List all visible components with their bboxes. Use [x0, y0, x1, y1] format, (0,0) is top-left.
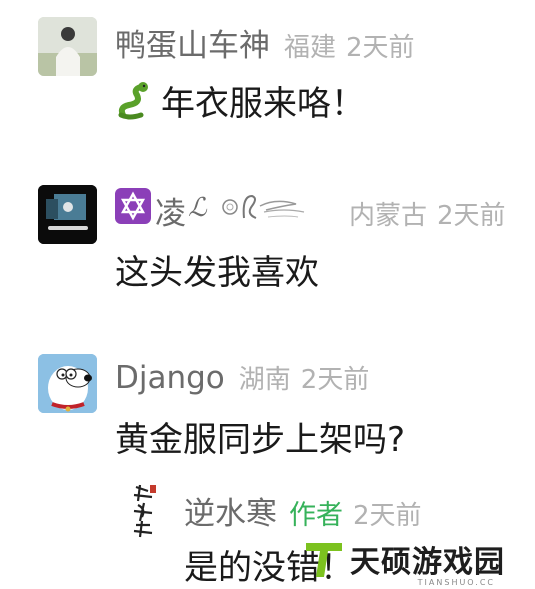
avatar[interactable]	[38, 185, 97, 244]
snake-emoji-icon	[115, 81, 155, 121]
watermark-logo-icon	[304, 539, 344, 579]
comment-text: 年衣服来咯！	[115, 76, 365, 125]
watermark-subtext: TIANSHUO.CC	[417, 578, 495, 587]
comment-content: 年衣服来咯！	[161, 84, 365, 124]
comment-content: 这头发我喜欢	[115, 253, 319, 293]
username[interactable]: Django	[115, 360, 225, 396]
timestamp: 2天前	[353, 501, 422, 531]
timestamp: 2天前	[437, 201, 506, 231]
avatar[interactable]	[38, 17, 97, 76]
author-badge: 作者	[289, 500, 343, 531]
watermark-brand: 天硕游戏园	[350, 545, 505, 580]
comment-content: 黄金服同步上架吗?	[115, 420, 406, 460]
region-label: 湖南	[238, 365, 291, 395]
site-watermark: 天硕游戏园	[304, 537, 505, 581]
username[interactable]: 凌	[155, 188, 186, 233]
avatar[interactable]	[38, 354, 97, 413]
username[interactable]: 逆水寒	[184, 488, 277, 533]
timestamp: 2天前	[300, 365, 370, 395]
region-label: 福建	[284, 33, 337, 63]
decorative-script-icon: ℒ	[186, 190, 331, 228]
region-label: 内蒙古	[349, 201, 428, 231]
username[interactable]: 鸭蛋山车神	[115, 20, 270, 65]
six-pointed-star-icon	[115, 188, 151, 224]
author-avatar[interactable]	[126, 481, 162, 543]
svg-text:ℒ: ℒ	[188, 193, 208, 223]
timestamp: 2天前	[346, 33, 415, 63]
